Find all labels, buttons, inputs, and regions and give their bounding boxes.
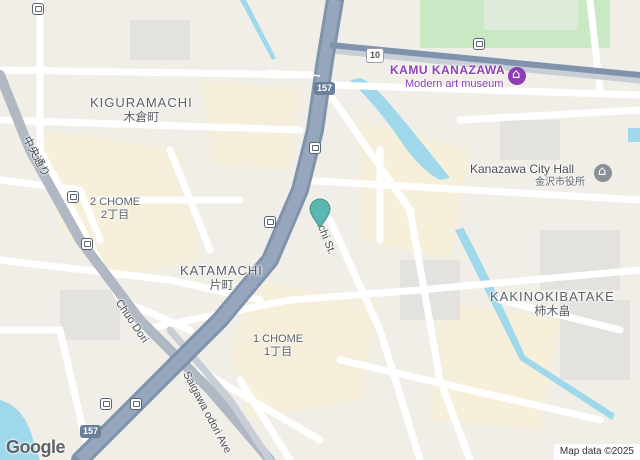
district-katamachi: KATAMACHI 片町 xyxy=(180,264,263,291)
bus-stop-icon[interactable] xyxy=(81,238,93,250)
bus-stop-icon[interactable] xyxy=(309,142,321,154)
bus-stop-icon[interactable] xyxy=(100,398,112,410)
bus-stop-icon[interactable] xyxy=(32,3,44,15)
chome-1: 1 CHOME 1丁目 xyxy=(253,334,303,358)
chome-label-jp: 1丁目 xyxy=(264,346,293,358)
district-label-jp: 柿木畠 xyxy=(534,304,571,318)
chome-label-en: 1 CHOME xyxy=(253,333,304,345)
district-kakinokibatake: KAKINOKIBATAKE 柿木畠 xyxy=(490,290,615,317)
route-shield-10: 10 xyxy=(366,48,385,63)
poi-city-hall[interactable]: Kanazawa City Hall xyxy=(470,163,574,175)
location-pin-icon[interactable] xyxy=(309,198,331,228)
poi-kamu-kanazawa[interactable]: KAMU KANAZAWA xyxy=(390,64,505,76)
route-shield-157-top: 157 xyxy=(314,82,336,95)
district-label-en: KIGURAMACHI xyxy=(90,95,193,110)
chome-label-jp: 2丁目 xyxy=(101,209,130,221)
museum-icon[interactable] xyxy=(508,67,526,85)
bus-stop-icon[interactable] xyxy=(473,38,485,50)
district-kiguramachi: KIGURAMACHI 木倉町 xyxy=(90,96,193,123)
bus-stop-icon[interactable] xyxy=(264,216,276,228)
district-label-jp: 片町 xyxy=(209,278,234,292)
map-attribution[interactable]: Map data ©2025 xyxy=(553,444,640,460)
district-label-en: KAKINOKIBATAKE xyxy=(490,289,615,304)
chome-label-en: 2 CHOME xyxy=(90,196,141,208)
google-logo: Google xyxy=(6,437,66,457)
route-shield-157-bottom: 157 xyxy=(80,425,102,438)
poi-kamu-kanazawa-sub: Modern art museum xyxy=(405,78,504,90)
district-label-en: KATAMACHI xyxy=(180,263,263,278)
poi-city-hall-sub: 金沢市役所 xyxy=(535,177,585,188)
district-label-jp: 木倉町 xyxy=(123,110,160,124)
chome-2: 2 CHOME 2丁目 xyxy=(90,197,140,221)
bus-stop-icon[interactable] xyxy=(67,191,79,203)
bus-stop-icon[interactable] xyxy=(130,398,142,410)
city-hall-icon[interactable] xyxy=(594,164,612,182)
